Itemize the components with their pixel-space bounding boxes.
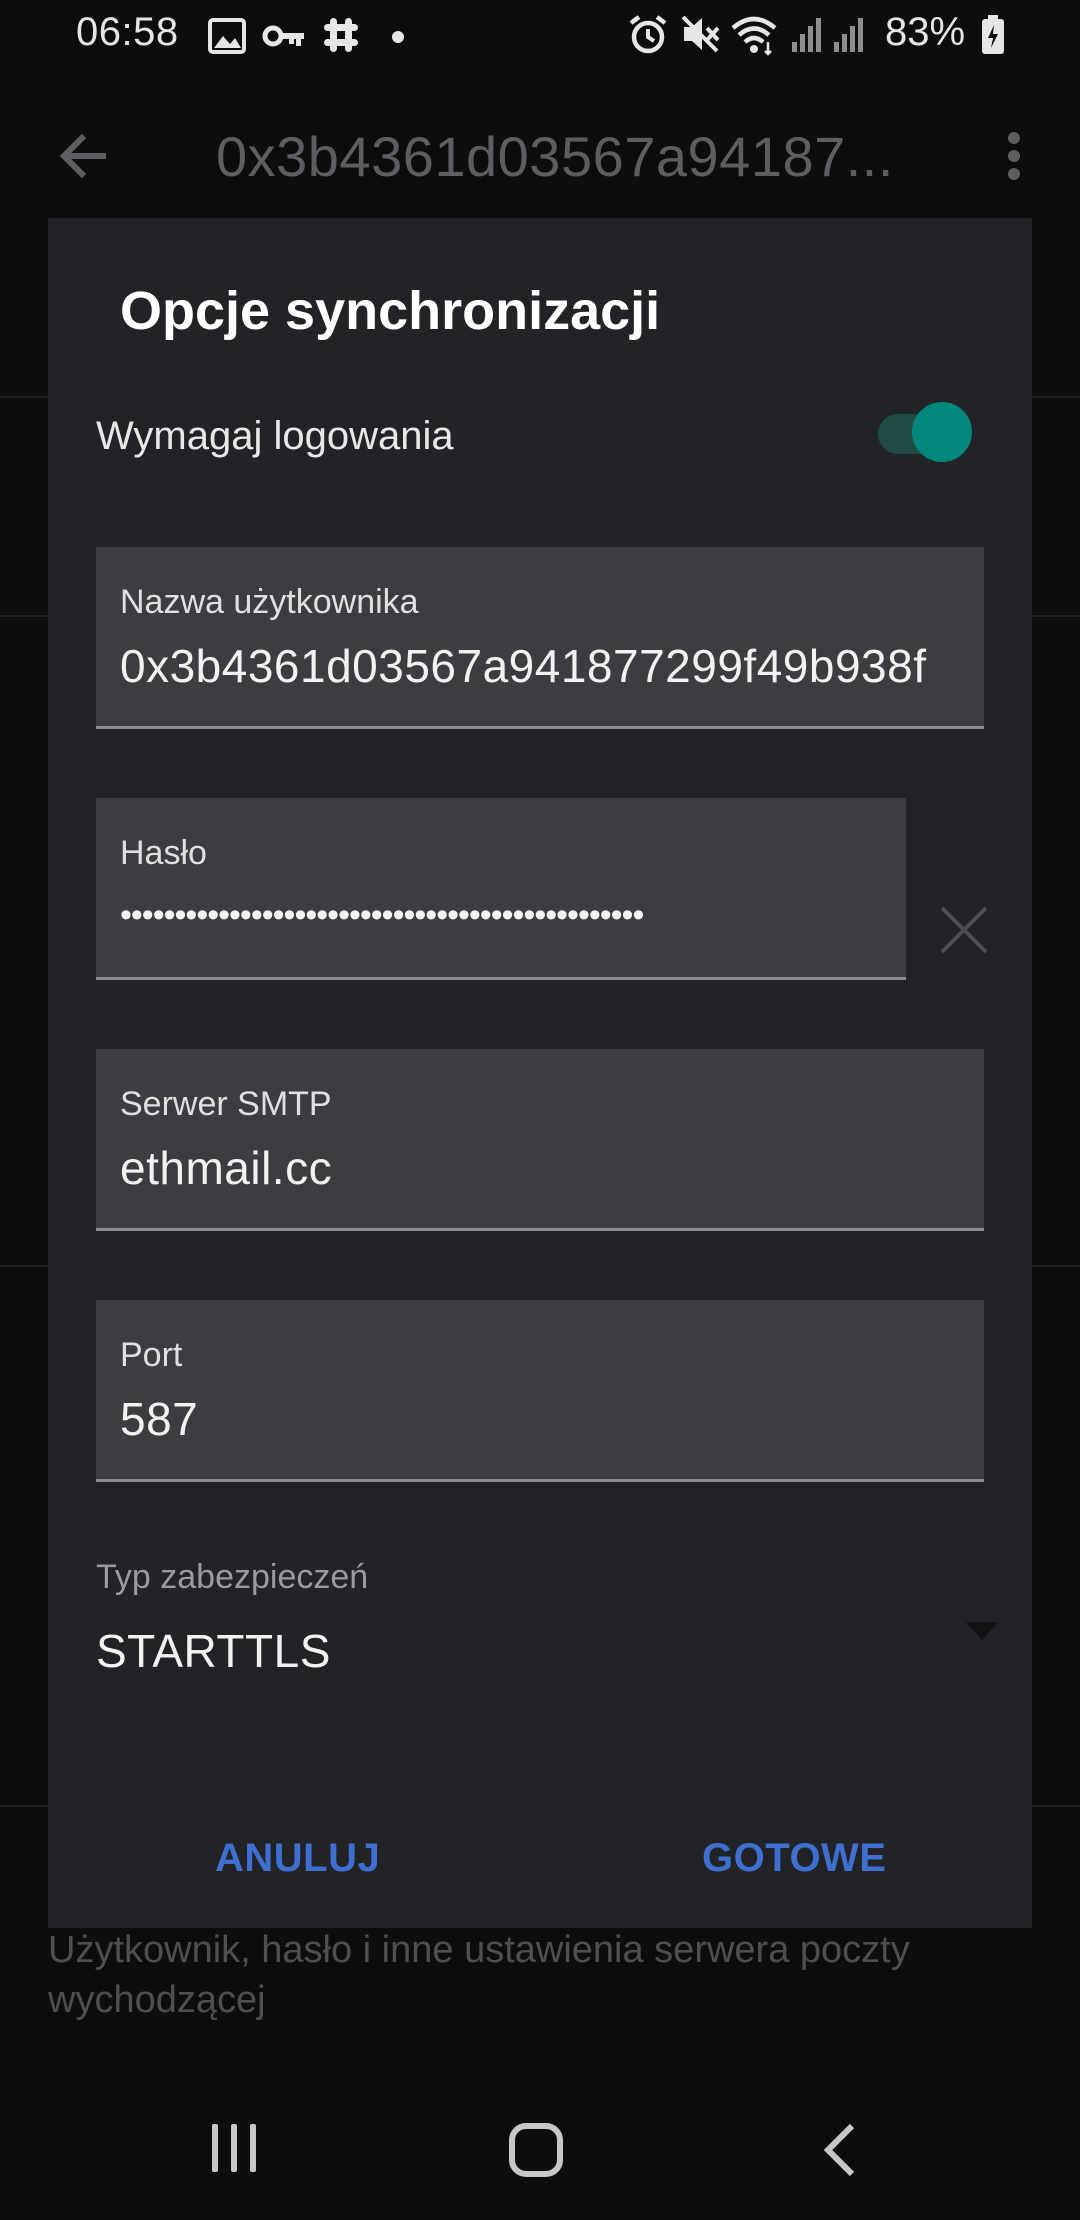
dialog-title: Opcje synchronizacji [120, 281, 661, 341]
dot-icon [392, 30, 404, 48]
smtp-server-label: Serwer SMTP [120, 1085, 332, 1123]
port-input[interactable]: 587 [120, 1392, 964, 1446]
smtp-server-field[interactable]: Serwer SMTP ethmail.cc [96, 1049, 984, 1231]
password-field[interactable]: Hasło ••••••••••••••••••••••••••••••••••… [96, 798, 906, 980]
signal-icon [790, 14, 824, 59]
mute-icon [680, 14, 722, 59]
smtp-server-input[interactable]: ethmail.cc [120, 1141, 964, 1195]
setting-summary: Użytkownik, hasło i inne ustawienia serw… [48, 1929, 910, 2021]
clear-icon[interactable] [928, 894, 1000, 966]
recents-icon[interactable] [208, 2122, 260, 2179]
port-label: Port [120, 1336, 183, 1374]
wifi-icon [730, 14, 778, 61]
security-type-select[interactable]: STARTTLS [96, 1598, 998, 1708]
overflow-menu-icon[interactable] [1002, 130, 1026, 187]
require-login-label: Wymagaj logowania [96, 414, 454, 458]
battery-level: 83% [885, 10, 966, 54]
signal-icon [832, 14, 866, 59]
slack-icon [322, 16, 360, 59]
sync-options-dialog: Opcje synchronizacji Wymagaj logowania N… [48, 218, 1032, 1928]
cancel-button[interactable]: ANULUJ [215, 1818, 380, 1898]
app-bar-title: 0x3b4361d03567a94187... [216, 125, 894, 188]
port-field[interactable]: Port 587 [96, 1300, 984, 1482]
username-input[interactable]: 0x3b4361d03567a941877299f49b938f [120, 639, 964, 693]
key-icon [262, 20, 306, 57]
username-label: Nazwa użytkownika [120, 583, 419, 621]
password-input[interactable]: ••••••••••••••••••••••••••••••••••••••••… [120, 896, 886, 935]
image-icon [208, 18, 246, 59]
done-button[interactable]: GOTOWE [702, 1818, 886, 1898]
alarm-icon [628, 14, 668, 61]
navigation-bar [0, 2080, 1080, 2220]
security-type-label: Typ zabezpieczeń [96, 1558, 369, 1596]
status-time: 06:58 [76, 10, 179, 54]
security-type-value: STARTTLS [96, 1625, 331, 1677]
password-label: Hasło [120, 834, 207, 872]
back-arrow-icon[interactable] [56, 128, 112, 189]
home-icon[interactable] [508, 2122, 564, 2183]
battery-icon [980, 14, 1006, 61]
status-bar: 06:58 83% [0, 0, 1080, 72]
dropdown-arrow-icon [966, 1622, 998, 1645]
username-field[interactable]: Nazwa użytkownika 0x3b4361d03567a9418772… [96, 547, 984, 729]
switch-thumb[interactable] [912, 402, 972, 462]
back-icon[interactable] [820, 2122, 860, 2183]
